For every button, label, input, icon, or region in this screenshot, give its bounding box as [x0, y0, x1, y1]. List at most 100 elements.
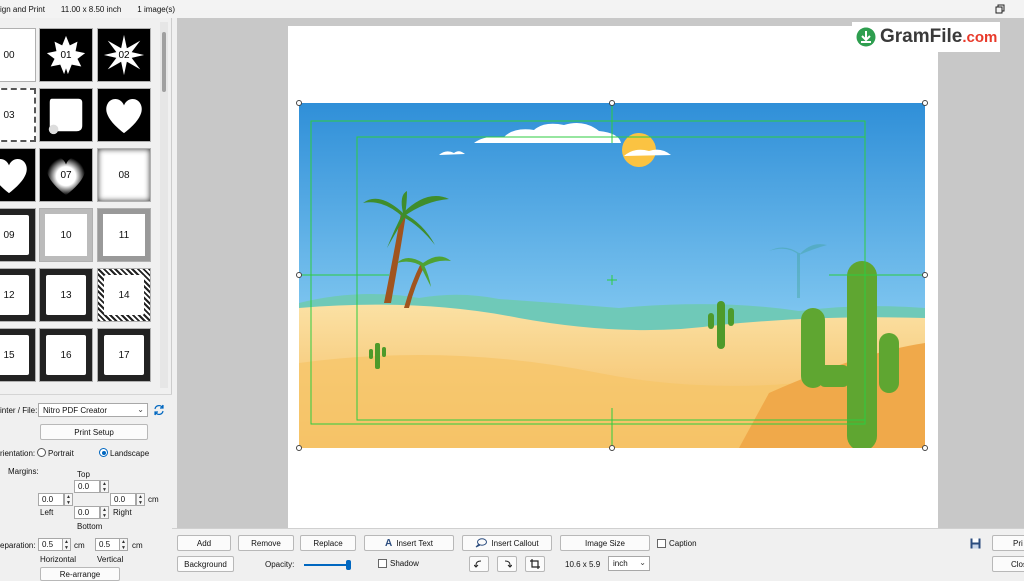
chevron-down-icon: ⌄ [639, 558, 646, 567]
horizontal-separation-stepper[interactable]: ▲ ▼ [62, 538, 71, 551]
rotate-left-button[interactable] [469, 556, 489, 572]
rotate-right-button[interactable] [497, 556, 517, 572]
template-thumb[interactable]: 04 [39, 88, 93, 142]
image-size-button[interactable]: Image Size [560, 535, 650, 551]
bottom-toolbar: Add Remove Replace A Insert Text Insert … [172, 528, 1024, 576]
template-thumb[interactable]: 09 [0, 208, 36, 262]
vertical-unit: cm [132, 541, 143, 550]
opacity-slider-knob[interactable] [345, 560, 351, 570]
add-button[interactable]: Add [177, 535, 231, 551]
horizontal-separation-input[interactable]: 0.5 [38, 538, 64, 551]
template-thumb[interactable]: 05 [97, 88, 151, 142]
resize-handle-bl[interactable] [296, 445, 302, 451]
bottom-margin-stepper[interactable]: ▲ ▼ [100, 506, 109, 519]
top-margin-stepper[interactable]: ▲ ▼ [100, 480, 109, 493]
thumbnail-scrollbar[interactable] [160, 22, 168, 388]
margin-unit: cm [148, 495, 159, 504]
template-thumb[interactable]: 02 [97, 28, 151, 82]
rearrange-button[interactable]: Re-arrange [40, 567, 120, 581]
resize-handle-t[interactable] [609, 100, 615, 106]
resize-handle-b[interactable] [609, 445, 615, 451]
resize-handle-br[interactable] [922, 445, 928, 451]
crop-button[interactable] [525, 556, 545, 572]
top-margin-label: Top [77, 470, 90, 479]
print-setup-button[interactable]: Print Setup [40, 424, 148, 440]
shadow-checkbox[interactable] [378, 559, 387, 568]
resize-handle-tl[interactable] [296, 100, 302, 106]
resize-handle-tr[interactable] [922, 100, 928, 106]
thumb-label: 10 [60, 229, 72, 241]
left-margin-stepper[interactable]: ▲ ▼ [64, 493, 73, 506]
insert-text-label: Insert Text [396, 538, 433, 548]
opacity-slider[interactable] [304, 560, 351, 570]
insert-callout-label: Insert Callout [491, 538, 539, 548]
template-thumb[interactable]: 16 [39, 328, 93, 382]
template-thumb[interactable]: 13 [39, 268, 93, 322]
resize-handle-r[interactable] [922, 272, 928, 278]
template-thumb[interactable]: 11 [97, 208, 151, 262]
right-margin-label: Right [113, 508, 132, 517]
template-thumb[interactable]: 12 [0, 268, 36, 322]
thumb-label: 06 [3, 169, 15, 181]
portrait-label: Portrait [48, 449, 74, 458]
close-button[interactable]: Clos [992, 556, 1024, 572]
insert-text-button[interactable]: A Insert Text [364, 535, 454, 551]
print-settings: inter / File: Nitro PDF Creator ⌄ Print … [0, 394, 172, 581]
thumb-label: 11 [118, 229, 130, 241]
template-thumb[interactable]: 01 [39, 28, 93, 82]
restore-window-icon[interactable] [994, 3, 1006, 15]
thumb-label: 03 [3, 109, 15, 121]
template-thumb[interactable]: 15 [0, 328, 36, 382]
thumb-label: 14 [118, 289, 130, 301]
right-margin-input[interactable]: 0.0 [110, 493, 136, 506]
vertical-separation-stepper[interactable]: ▲ ▼ [119, 538, 128, 551]
printer-label: inter / File: [0, 406, 38, 415]
caption-label: Caption [669, 539, 697, 548]
save-icon[interactable] [970, 538, 981, 549]
opacity-slider-fill [304, 564, 348, 566]
watermark-brand: GramFile [880, 26, 963, 47]
caption-checkbox[interactable] [657, 539, 666, 548]
page-canvas [288, 26, 938, 528]
remove-button[interactable]: Remove [238, 535, 294, 551]
rotate-right-icon [504, 560, 512, 568]
horizontal-label: Horizontal [40, 555, 77, 564]
portrait-radio[interactable] [37, 448, 46, 457]
vertical-separation-input[interactable]: 0.5 [95, 538, 121, 551]
left-panel: 00 01 02 03 04 05 06 07 08 09 10 11 12 1… [0, 18, 172, 581]
desert-image[interactable] [299, 103, 925, 448]
template-thumb[interactable]: 06 [0, 148, 36, 202]
image-count: 1 image(s) [137, 4, 176, 14]
template-thumb[interactable]: 00 [0, 28, 36, 82]
insert-callout-button[interactable]: Insert Callout [462, 535, 552, 551]
orientation-label: rientation: [0, 449, 36, 458]
template-thumb[interactable]: 08 [97, 148, 151, 202]
left-margin-input[interactable]: 0.0 [38, 493, 64, 506]
template-thumb[interactable]: 17 [97, 328, 151, 382]
template-thumb[interactable]: 03 [0, 88, 36, 142]
title-bar: ign and Print 11.00 x 8.50 inch 1 image(… [0, 0, 1024, 18]
template-thumb[interactable]: 07 [39, 148, 93, 202]
bottom-margin-label: Bottom [77, 522, 103, 531]
bottom-margin-input[interactable]: 0.0 [74, 506, 100, 519]
landscape-radio[interactable] [99, 448, 108, 457]
desert-illustration [299, 103, 925, 448]
template-thumb[interactable]: 10 [39, 208, 93, 262]
printer-select[interactable]: Nitro PDF Creator ⌄ [38, 403, 148, 417]
refresh-printers-icon[interactable] [153, 404, 165, 416]
margins-label: Margins: [8, 467, 39, 476]
thumb-label: 07 [60, 169, 72, 181]
print-button[interactable]: Pri [992, 535, 1024, 551]
right-margin-stepper[interactable]: ▲ ▼ [136, 493, 145, 506]
top-margin-input[interactable]: 0.0 [74, 480, 100, 493]
template-thumb[interactable]: 14 [97, 268, 151, 322]
print-preview-area: GramFile .com [177, 18, 1024, 528]
thumb-label: 02 [118, 49, 130, 61]
window-title: ign and Print [0, 4, 45, 14]
unit-select[interactable]: inch ⌄ [608, 556, 650, 571]
background-button[interactable]: Background [177, 556, 234, 572]
callout-bubble-icon [476, 538, 488, 548]
unit-value: inch [613, 559, 628, 568]
resize-handle-l[interactable] [296, 272, 302, 278]
replace-button[interactable]: Replace [300, 535, 356, 551]
